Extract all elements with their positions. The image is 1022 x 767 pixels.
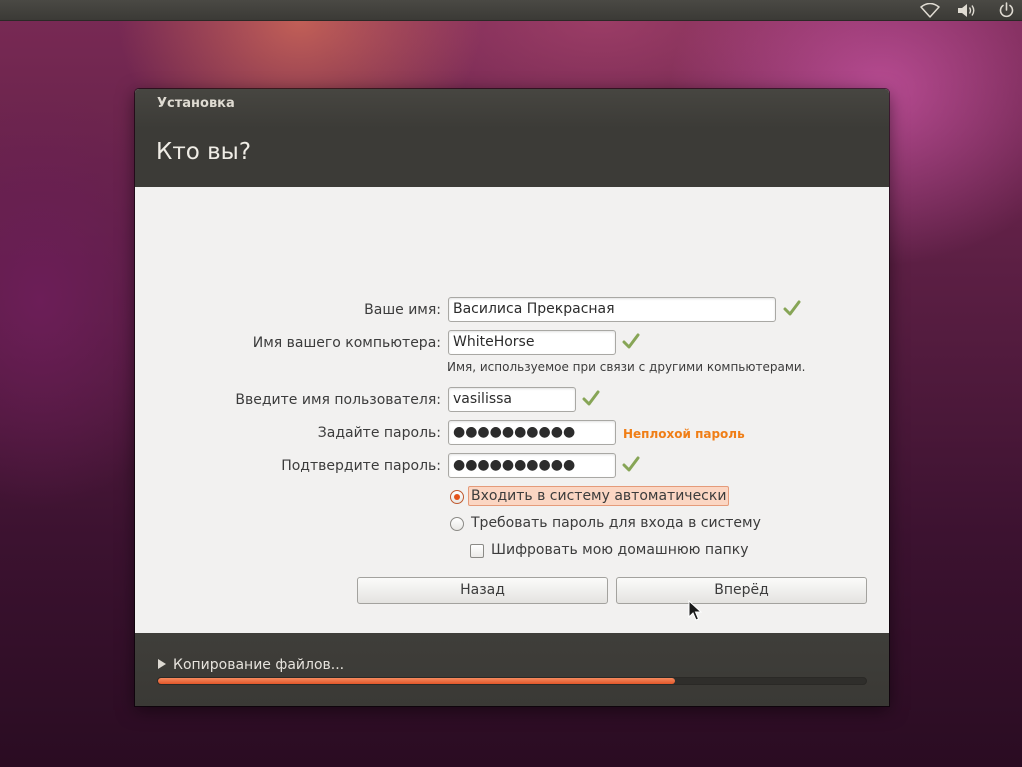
progress-label[interactable]: Копирование файлов... [173,657,344,673]
mouse-cursor-icon [688,600,702,621]
progress-footer: Копирование файлов... [135,633,889,706]
forward-button[interactable]: Вперёд [616,577,867,604]
username-label: Введите имя пользователя: [235,392,441,408]
login-auto-label[interactable]: Входить в систему автоматически [468,486,730,506]
installer-window: Установка Кто вы? Ваше имя: Василиса Пре… [135,89,889,706]
username-valid-check-icon [582,390,600,406]
wifi-icon[interactable] [920,2,940,19]
window-title: Установка [157,96,235,111]
login-auto-radio[interactable] [450,490,464,504]
page-title: Кто вы? [156,139,252,165]
password-strength-label: Неплохой пароль [623,427,745,441]
confirm-password-valid-check-icon [622,456,640,472]
progress-bar [157,677,867,685]
progress-fill [158,678,675,684]
window-titlebar[interactable]: Установка Кто вы? [135,89,889,187]
confirm-password-field[interactable]: ●●●●●●●●●● [448,453,616,478]
username-field[interactable]: vasilissa [448,387,576,412]
password-label: Задайте пароль: [317,425,441,441]
encrypt-home-checkbox[interactable] [470,544,484,558]
computer-name-field[interactable]: WhiteHorse [448,330,616,355]
computer-name-label: Имя вашего компьютера: [252,335,441,351]
volume-icon[interactable] [957,2,977,19]
confirm-password-label: Подтвердите пароль: [281,458,441,474]
user-form: Ваше имя: Василиса Прекрасная Имя вашего… [135,187,889,633]
back-button[interactable]: Назад [357,577,608,604]
top-panel [0,0,1022,21]
password-field[interactable]: ●●●●●●●●●● [448,420,616,445]
encrypt-home-label[interactable]: Шифровать мою домашнюю папку [491,542,749,558]
name-field[interactable]: Василиса Прекрасная [448,297,776,322]
power-icon[interactable] [996,2,1016,19]
name-valid-check-icon [783,300,801,316]
computer-name-valid-check-icon [622,333,640,349]
computer-name-hint: Имя, используемое при связи с другими ко… [447,360,806,374]
login-password-radio[interactable] [450,517,464,531]
login-password-label[interactable]: Требовать пароль для входа в систему [471,515,761,531]
name-label: Ваше имя: [364,302,441,318]
expand-triangle-icon[interactable] [158,659,166,669]
